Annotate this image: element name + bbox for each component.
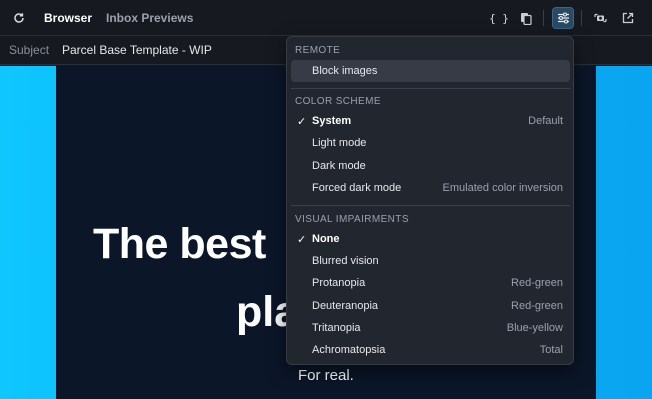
menu-item-detail: Emulated color inversion	[442, 182, 563, 194]
menu-item-detail: Total	[539, 344, 563, 356]
toolbar-divider	[543, 10, 544, 26]
menu-item-label: Deuteranopia	[312, 300, 379, 312]
menu-item-detail: Red-green	[511, 300, 563, 312]
view-settings-menu: REMOTE Block images COLOR SCHEME ✓ Syste…	[286, 36, 574, 365]
email-subline: For real.	[298, 367, 354, 384]
menu-divider	[291, 88, 570, 89]
menu-divider	[291, 205, 570, 206]
menu-item-label: Tritanopia	[312, 322, 361, 334]
menu-item-label: Protanopia	[312, 277, 366, 289]
menu-item-block-images[interactable]: Block images	[291, 60, 570, 82]
subject-value: Parcel Base Template - WIP	[62, 43, 212, 57]
menu-item-label: Achromatopsia	[312, 344, 386, 356]
menu-item-label: Forced dark mode	[312, 182, 402, 194]
menu-item-dark-mode[interactable]: Dark mode	[291, 155, 570, 177]
menu-item-forced-dark-mode[interactable]: Forced dark mode Emulated color inversio…	[291, 177, 570, 199]
menu-item-label: Dark mode	[312, 160, 366, 172]
menu-item-detail: Default	[528, 115, 563, 127]
section-title-visual-impairments: VISUAL IMPAIRMENTS	[295, 214, 409, 225]
check-icon: ✓	[297, 116, 307, 128]
tab-inbox-previews[interactable]: Inbox Previews	[106, 11, 193, 25]
external-link-icon[interactable]	[618, 8, 638, 28]
subject-label: Subject	[9, 43, 50, 57]
check-icon: ✓	[297, 234, 307, 246]
menu-item-label: Light mode	[312, 137, 367, 149]
menu-item-none[interactable]: ✓ None	[291, 228, 570, 250]
copy-icon[interactable]	[516, 8, 536, 28]
menu-item-detail: Red-green	[511, 277, 563, 289]
toolbar-divider	[581, 10, 582, 26]
menu-item-deuteranopia[interactable]: Deuteranopia Red-green	[291, 295, 570, 317]
section-title-color-scheme: COLOR SCHEME	[295, 96, 381, 107]
menu-item-label: None	[312, 233, 340, 245]
section-title-remote: REMOTE	[295, 45, 341, 56]
menu-item-label: Blurred vision	[312, 255, 379, 267]
menu-item-label: Block images	[312, 65, 378, 77]
email-headline-line1: The best	[93, 220, 266, 268]
menu-item-tritanopia[interactable]: Tritanopia Blue-yellow	[291, 317, 570, 339]
menu-item-system[interactable]: ✓ System Default	[291, 110, 570, 132]
tab-browser[interactable]: Browser	[44, 11, 92, 25]
menu-item-label: System	[312, 115, 352, 127]
menu-item-detail: Blue-yellow	[506, 322, 563, 334]
menu-item-light-mode[interactable]: Light mode	[291, 132, 570, 154]
sliders-icon[interactable]	[552, 7, 574, 29]
menu-item-achromatopsia[interactable]: Achromatopsia Total	[291, 339, 570, 361]
refresh-icon[interactable]	[10, 9, 28, 27]
code-braces-icon[interactable]: { }	[489, 8, 509, 28]
menu-item-blurred-vision[interactable]: Blurred vision	[291, 250, 570, 272]
menu-item-protanopia[interactable]: Protanopia Red-green	[291, 272, 570, 294]
top-toolbar: Browser Inbox Previews { }	[0, 0, 652, 36]
camera-icon[interactable]	[590, 8, 610, 28]
